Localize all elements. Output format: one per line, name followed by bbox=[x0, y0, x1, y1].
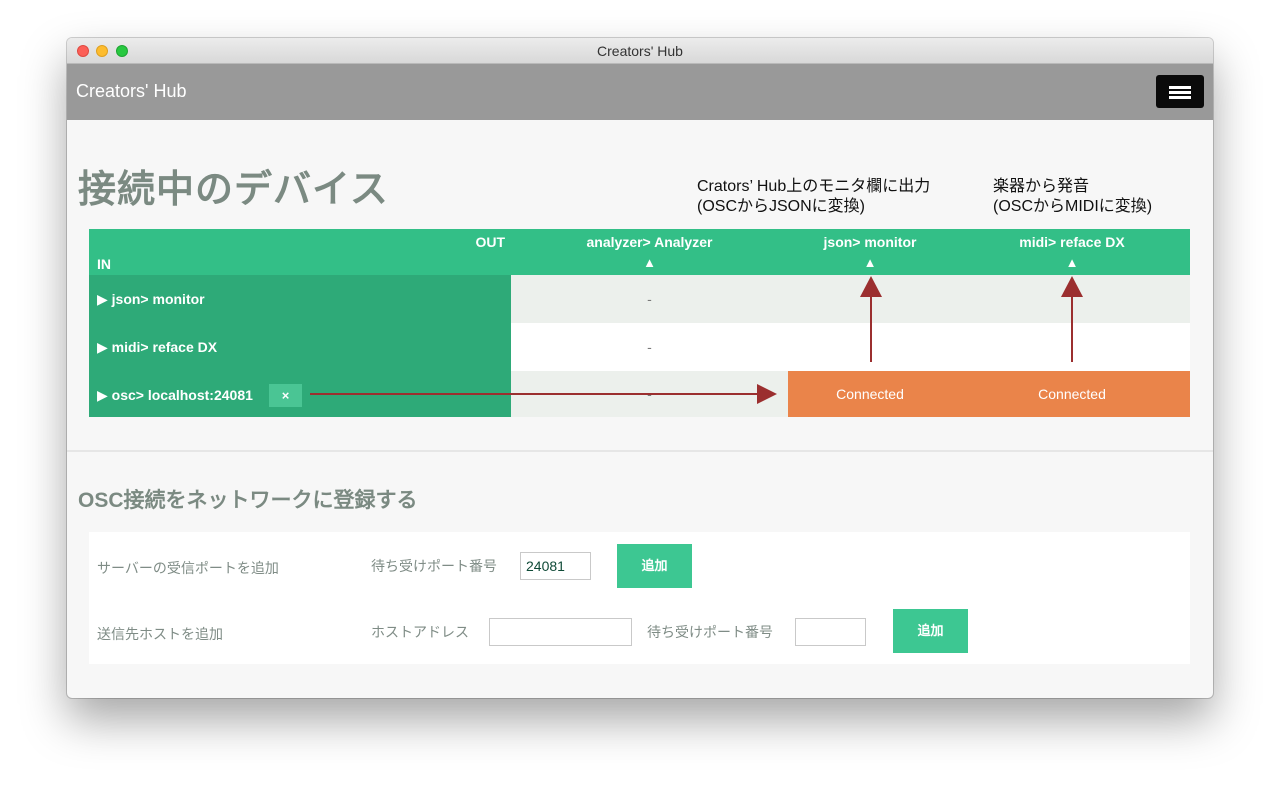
triangle-up-icon: ▲ bbox=[1065, 255, 1079, 270]
connected-cell[interactable]: Connected bbox=[989, 371, 1190, 417]
client-port-input[interactable] bbox=[795, 618, 866, 646]
row-header-midi-reface[interactable]: ▶ midi> reface DX bbox=[89, 323, 511, 371]
column-label-analyzer: analyzer> Analyzer bbox=[586, 234, 713, 250]
title-bar: Creators' Hub bbox=[67, 38, 1213, 64]
app-window: Creators' Hub Creators' Hub 接続中のデバイス Cra… bbox=[67, 38, 1213, 698]
server-port-input[interactable] bbox=[520, 552, 591, 580]
connected-cell[interactable]: Connected bbox=[788, 371, 989, 417]
close-window-button[interactable] bbox=[77, 45, 89, 57]
column-label-midi-reface: midi> reface DX bbox=[1019, 234, 1125, 250]
matrix-cell[interactable] bbox=[989, 275, 1190, 323]
matrix-cell[interactable] bbox=[788, 323, 989, 371]
annotation-midi-line2: (OSCからMIDIに変換) bbox=[993, 198, 1153, 215]
row-label-json-monitor: ▶ json> monitor bbox=[97, 291, 205, 307]
column-header-analyzer[interactable]: analyzer> Analyzer ▲ bbox=[511, 229, 788, 275]
triangle-up-icon: ▲ bbox=[863, 255, 877, 270]
matrix-corner: OUT IN bbox=[89, 229, 511, 275]
host-address-label: ホストアドレス bbox=[371, 624, 469, 640]
matrix-cell[interactable] bbox=[989, 323, 1190, 371]
osc-section-title: OSC接続をネットワークに登録する bbox=[78, 489, 418, 512]
zoom-window-button[interactable] bbox=[116, 45, 128, 57]
matrix-cell[interactable] bbox=[788, 275, 989, 323]
client-host-label: 送信先ホストを追加 bbox=[97, 626, 223, 642]
matrix-cell[interactable]: - bbox=[511, 371, 788, 417]
row-header-osc-localhost[interactable]: ▶ osc> localhost:24081 × bbox=[89, 371, 511, 417]
in-label: IN bbox=[97, 256, 111, 272]
column-label-json-monitor: json> monitor bbox=[823, 234, 917, 250]
row-label-osc-localhost: ▶ osc> localhost:24081 bbox=[97, 387, 253, 403]
brand-title[interactable]: Creators' Hub bbox=[76, 81, 186, 102]
column-header-json-monitor[interactable]: json> monitor ▲ bbox=[788, 229, 989, 275]
row-label-midi-reface: ▶ midi> reface DX bbox=[97, 339, 218, 355]
column-header-midi-reface[interactable]: midi> reface DX ▲ bbox=[989, 229, 1190, 275]
app-header: Creators' Hub bbox=[67, 64, 1213, 120]
triangle-up-icon: ▲ bbox=[643, 255, 656, 270]
host-address-input[interactable] bbox=[489, 618, 632, 646]
server-port-label: サーバーの受信ポートを追加 bbox=[97, 560, 279, 576]
hamburger-menu-icon[interactable] bbox=[1156, 75, 1204, 108]
server-listen-port-label: 待ち受けポート番号 bbox=[371, 558, 497, 574]
section-divider bbox=[67, 450, 1213, 452]
add-client-host-button[interactable]: 追加 bbox=[893, 609, 968, 653]
annotation-json-line2: (OSCからJSONに変換) bbox=[697, 198, 866, 215]
minimize-window-button[interactable] bbox=[96, 45, 108, 57]
row-header-json-monitor[interactable]: ▶ json> monitor bbox=[89, 275, 511, 323]
matrix-cell[interactable]: - bbox=[511, 275, 788, 323]
out-label: OUT bbox=[475, 234, 505, 250]
connection-matrix: OUT IN analyzer> Analyzer ▲ json> monito… bbox=[89, 229, 1190, 417]
annotation-midi-line1: 楽器から発音 bbox=[993, 178, 1090, 195]
matrix-cell[interactable]: - bbox=[511, 323, 788, 371]
annotation-json: Crators’ Hub上のモニタ欄に出力 (OSCからJSONに変換) bbox=[697, 177, 930, 217]
annotation-midi: 楽器から発音 (OSCからMIDIに変換) bbox=[993, 177, 1152, 217]
remove-osc-button[interactable]: × bbox=[269, 384, 302, 407]
add-server-port-button[interactable]: 追加 bbox=[617, 544, 692, 588]
client-listen-port-label: 待ち受けポート番号 bbox=[647, 624, 773, 640]
osc-form: サーバーの受信ポートを追加 待ち受けポート番号 追加 送信先ホストを追加 ホスト… bbox=[89, 532, 1190, 664]
annotation-json-line1: Crators’ Hub上のモニタ欄に出力 bbox=[697, 178, 931, 195]
page-title: 接続中のデバイス bbox=[78, 169, 389, 211]
window-title: Creators' Hub bbox=[597, 43, 683, 59]
